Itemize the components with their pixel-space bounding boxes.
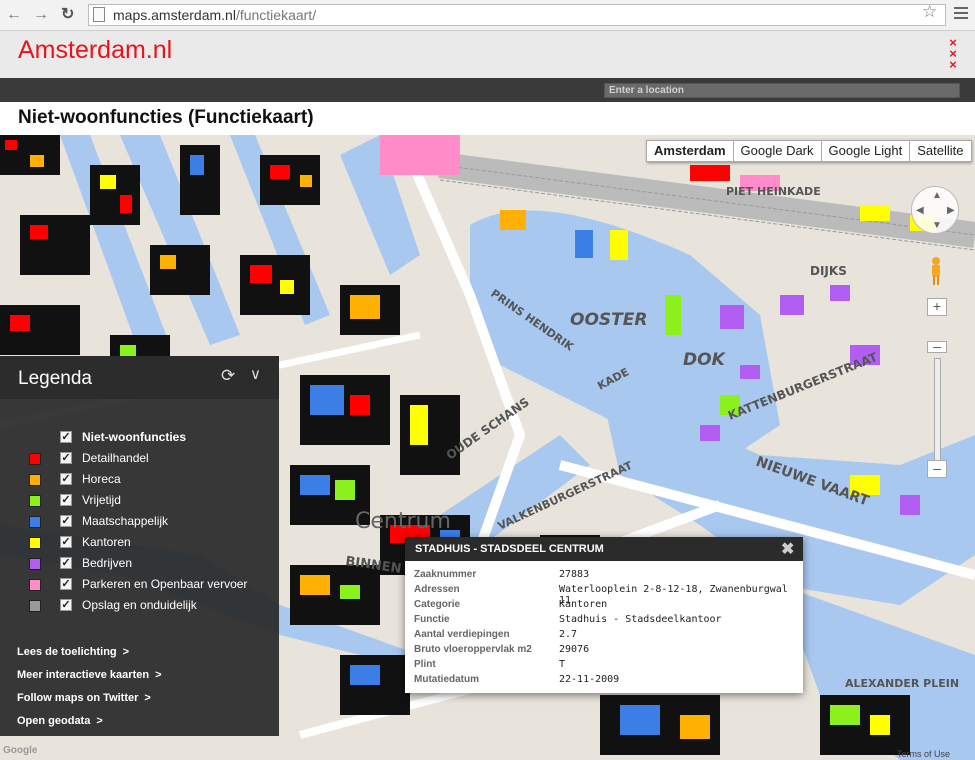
chevron-right-icon: > — [144, 692, 151, 704]
site-logo[interactable]: Amsterdam.nl — [18, 36, 172, 65]
chevron-down-icon[interactable]: ∨ — [250, 365, 261, 383]
zoom-out-button[interactable]: – — [927, 460, 947, 478]
zoom-slider-handle[interactable]: – — [927, 339, 947, 353]
legend-item-parkeren: ✓ Parkeren en Openbaar vervoer — [0, 575, 279, 595]
map-label-centrum: Centrum — [355, 509, 451, 534]
legend-item-detailhandel: ✓ Detailhandel — [0, 449, 279, 469]
address-bar[interactable]: maps.amsterdam.nl/functiekaart/ — [88, 4, 946, 26]
site-header: Amsterdam.nl × × × — [0, 31, 975, 78]
legend-label: Kantoren — [82, 535, 131, 549]
legend-swatch — [29, 579, 41, 591]
info-window: STADHUIS - STADSDEEL CENTRUM ✖ Zaaknumme… — [405, 537, 803, 693]
legend-checkbox[interactable]: ✓ — [60, 557, 72, 569]
legend-checkbox[interactable]: ✓ — [60, 452, 72, 464]
legend-swatch — [29, 537, 41, 549]
pan-up-icon[interactable]: ▲ — [932, 190, 942, 201]
legend-group: ✓ Niet-woonfuncties — [0, 428, 279, 448]
browser-toolbar: ← → ↻ maps.amsterdam.nl/functiekaart/ ☆ — [0, 0, 975, 31]
legend-checkbox[interactable]: ✓ — [60, 578, 72, 590]
legend-swatch — [29, 474, 41, 486]
link-meer-kaarten[interactable]: Meer interactieve kaarten > — [17, 669, 162, 681]
info-row: Categorie Kantoren — [414, 599, 608, 610]
legend-swatch — [29, 516, 41, 528]
legend-label: Opslag en onduidelijk — [82, 598, 197, 612]
pan-control[interactable]: ▲ ▼ ◀ ▶ — [911, 186, 959, 234]
zoom-control: + – – — [927, 298, 947, 480]
map-label-dijks: DIJKS — [810, 264, 847, 278]
map-label-dok: DOK — [683, 350, 727, 370]
pan-left-icon[interactable]: ◀ — [916, 205, 924, 216]
info-row: Functie Stadhuis - Stadsdeelkantoor — [414, 614, 722, 625]
hamburger-icon[interactable] — [954, 7, 968, 22]
map-label-ooster: OOSTER — [570, 310, 647, 330]
legend-checkbox[interactable]: ✓ — [60, 473, 72, 485]
arrow-left-icon[interactable]: ← — [6, 6, 22, 24]
legend-label: Horeca — [82, 472, 121, 486]
chevron-right-icon: > — [122, 646, 130, 658]
close-icon[interactable]: ✖ — [781, 539, 794, 559]
legend-header: Legenda ⟳ ∨ — [0, 356, 279, 399]
star-icon[interactable]: ☆ — [922, 2, 937, 22]
legend-item-maatschappelijk: ✓ Maatschappelijk — [0, 512, 279, 532]
pan-down-icon[interactable]: ▼ — [932, 220, 942, 231]
legend-checkbox[interactable]: ✓ — [60, 599, 72, 611]
link-toelichting[interactable]: Lees de toelichting > — [17, 646, 129, 658]
legend-item-bedrijven: ✓ Bedrijven — [0, 554, 279, 574]
google-logo[interactable]: Google — [3, 745, 37, 756]
legend-item-kantoren: ✓ Kantoren — [0, 533, 279, 553]
refresh-icon[interactable]: ⟳ — [221, 366, 235, 386]
info-window-title: STADHUIS - STADSDEEL CENTRUM — [415, 543, 604, 555]
legend-item-vrijetijd: ✓ Vrijetijd — [0, 491, 279, 511]
url-path: /functiekaart/ — [235, 7, 317, 23]
legend-label: Vrijetijd — [82, 493, 121, 507]
url-host: maps.amsterdam.nl — [113, 7, 236, 23]
location-input[interactable]: Enter a location — [604, 83, 960, 98]
map-type-control: Amsterdam Google Dark Google Light Satel… — [646, 140, 972, 162]
reload-icon[interactable]: ↻ — [61, 6, 74, 24]
info-row: Plint T — [414, 659, 566, 670]
map-type-amsterdam[interactable]: Amsterdam — [646, 140, 734, 162]
page-icon — [93, 7, 105, 22]
chevron-right-icon: > — [96, 715, 103, 727]
legend-group-checkbox[interactable]: ✓ — [60, 431, 72, 443]
legend-checkbox[interactable]: ✓ — [60, 515, 72, 527]
legend-panel: Legenda ⟳ ∨ ✓ Niet-woonfuncties ✓ Detail… — [0, 356, 279, 736]
map-label-piet-heinkade: PIET HEINKADE — [726, 185, 821, 198]
info-row: Bruto vloeroppervlak m2 29076 — [414, 644, 590, 655]
legend-label: Maatschappelijk — [82, 514, 169, 528]
info-row: Adressen Waterlooplein 2-8-12-18, Zwanenb… — [414, 584, 788, 606]
legend-group-label: Niet-woonfuncties — [82, 430, 186, 444]
pan-right-icon[interactable]: ▶ — [947, 205, 955, 216]
map-type-google-light[interactable]: Google Light — [820, 140, 911, 162]
info-row: Aantal verdiepingen 2.7 — [414, 629, 578, 640]
link-open-geodata[interactable]: Open geodata > — [17, 715, 103, 727]
legend-checkbox[interactable]: ✓ — [60, 536, 72, 548]
map-label-alexander-plein: ALEXANDER PLEIN — [845, 677, 959, 690]
link-twitter[interactable]: Follow maps on Twitter > — [17, 692, 151, 704]
legend-swatch — [29, 558, 41, 570]
pegman-icon[interactable] — [929, 256, 943, 286]
info-window-header: STADHUIS - STADSDEEL CENTRUM ✖ — [405, 537, 803, 561]
zoom-track[interactable] — [934, 358, 941, 466]
legend-swatch — [29, 600, 41, 612]
legend-title: Legenda — [18, 368, 92, 389]
arrow-right-icon[interactable]: → — [33, 6, 49, 24]
legend-item-opslag: ✓ Opslag en onduidelijk — [0, 596, 279, 616]
map-type-satellite[interactable]: Satellite — [909, 140, 972, 162]
amsterdam-xxx-icon: × × × — [949, 35, 957, 72]
legend-item-horeca: ✓ Horeca — [0, 470, 279, 490]
legend-label: Detailhandel — [82, 451, 149, 465]
legend-swatch — [29, 453, 41, 465]
legend-label: Parkeren en Openbaar vervoer — [82, 577, 248, 591]
map-type-google-dark[interactable]: Google Dark — [732, 140, 822, 162]
page-title: Niet-woonfuncties (Functiekaart) — [18, 107, 314, 128]
legend-checkbox[interactable]: ✓ — [60, 494, 72, 506]
chevron-right-icon: > — [155, 669, 162, 681]
terms-link[interactable]: Terms of Use — [897, 749, 950, 759]
legend-label: Bedrijven — [82, 556, 133, 570]
info-row: Zaaknummer 27883 — [414, 569, 590, 580]
legend-swatch — [29, 495, 41, 507]
zoom-in-button[interactable]: + — [927, 298, 947, 316]
info-row: Mutatiedatum 22-11-2009 — [414, 674, 620, 685]
